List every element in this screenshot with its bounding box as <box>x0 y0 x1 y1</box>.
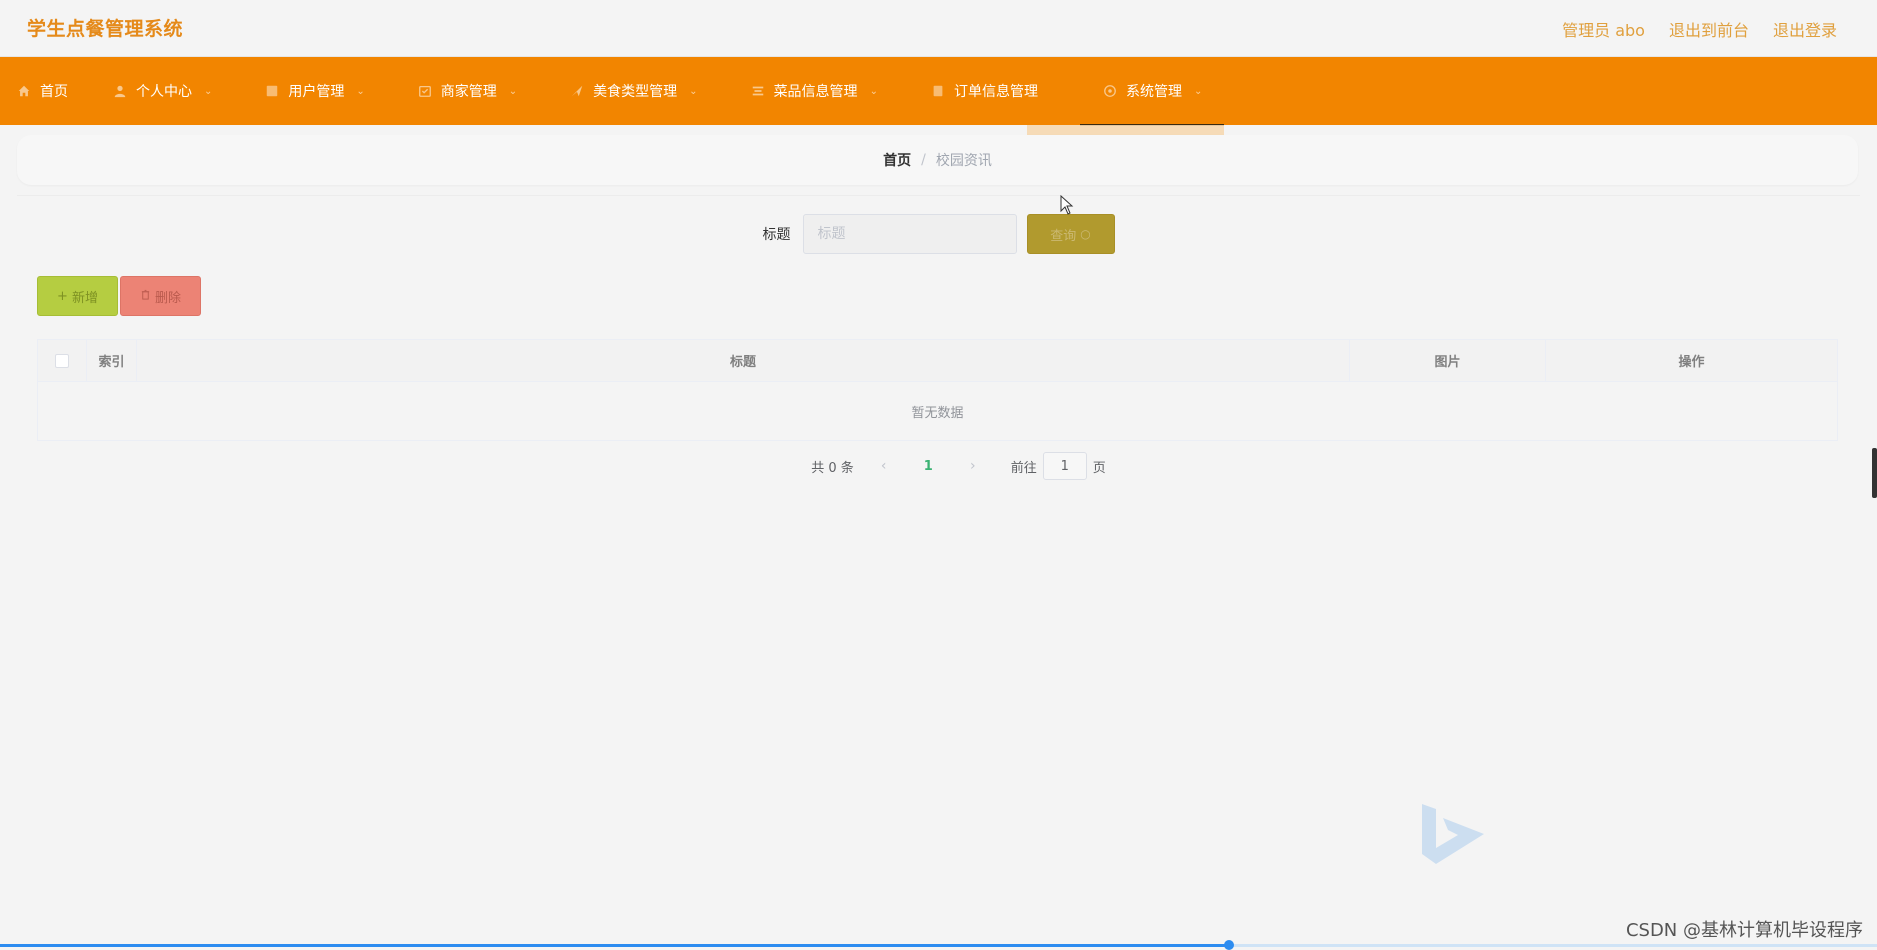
breadcrumb-separator: / <box>921 152 926 168</box>
nav-item-label: 美食类型管理 <box>593 84 678 100</box>
home-icon <box>16 83 32 99</box>
search-bar: 标题 查询 ○ <box>17 214 1860 254</box>
pagination-total: 共 0 条 <box>811 460 854 476</box>
table-header-select <box>38 340 87 381</box>
page-number-current[interactable]: 1 <box>924 459 933 474</box>
search-button-label: 查询 <box>1050 228 1077 244</box>
column-header-image: 图片 <box>1350 340 1546 381</box>
chevron-down-icon: ⌄ <box>204 85 213 97</box>
mouse-cursor-icon <box>1060 195 1074 215</box>
nav-item-label: 系统管理 <box>1125 84 1182 100</box>
chevron-down-icon: ⌄ <box>869 85 878 97</box>
nav-item-dish-management[interactable]: 菜品信息管理 ⌄ <box>750 57 878 125</box>
nav-item-user-management[interactable]: 用户管理 ⌄ <box>264 57 365 125</box>
content-panel: 标题 查询 ○ + 新增 删除 索引 标题 图片 操作 暂无数据 <box>17 195 1860 498</box>
nav-item-label: 首页 <box>40 84 68 100</box>
column-header-index: 索引 <box>87 340 137 381</box>
column-header-title: 标题 <box>137 340 1350 381</box>
nav-item-home[interactable]: 首页 <box>16 57 68 125</box>
table-header: 索引 标题 图片 操作 <box>38 340 1837 382</box>
breadcrumb-current: 校园资讯 <box>935 153 992 169</box>
logout-link[interactable]: 退出登录 <box>1773 17 1837 41</box>
chevron-down-icon: ⌄ <box>1193 85 1203 97</box>
search-label: 标题 <box>762 227 791 243</box>
nav-item-profile[interactable]: 个人中心 ⌄ <box>112 57 212 125</box>
nav-item-order-management[interactable]: 订单信息管理 <box>930 57 1038 125</box>
bing-logo-icon <box>1422 804 1484 864</box>
data-table: 索引 标题 图片 操作 暂无数据 <box>37 339 1838 441</box>
chevron-down-icon: ⌄ <box>689 85 698 97</box>
users-icon <box>264 83 280 99</box>
breadcrumb: 首页 / 校园资讯 <box>17 135 1858 185</box>
order-icon <box>930 83 946 99</box>
app-title: 学生点餐管理系统 <box>27 18 184 40</box>
nav-item-merchant-management[interactable]: 商家管理 ⌄ <box>417 57 517 125</box>
pagination: 共 0 条 ‹ 1 › 前往 页 <box>17 452 1860 480</box>
nav-item-label: 订单信息管理 <box>953 84 1038 100</box>
search-input[interactable] <box>802 214 1017 254</box>
breadcrumb-home[interactable]: 首页 <box>883 150 911 170</box>
chevron-down-icon: ⌄ <box>508 85 518 97</box>
chevron-down-icon: ⌄ <box>356 85 365 97</box>
action-buttons: + 新增 删除 <box>37 276 201 316</box>
exit-to-front-link[interactable]: 退出到前台 <box>1669 17 1749 41</box>
delete-button[interactable]: 删除 <box>120 276 201 316</box>
trash-icon <box>140 289 151 304</box>
store-icon <box>417 83 433 99</box>
admin-user-link[interactable]: 管理员 abo <box>1562 17 1645 41</box>
category-icon <box>569 83 585 99</box>
nav-item-label: 个人中心 <box>136 84 192 100</box>
video-progress-knob[interactable] <box>1224 940 1235 950</box>
page-prev-button[interactable]: ‹ <box>874 458 894 474</box>
nav-item-food-type-management[interactable]: 美食类型管理 ⌄ <box>569 57 698 125</box>
select-all-checkbox[interactable] <box>55 353 69 368</box>
nav-item-system-management[interactable]: 系统管理 ⌄ <box>1079 57 1225 126</box>
search-icon: ○ <box>1080 227 1091 241</box>
nav-item-label: 菜品信息管理 <box>773 84 858 100</box>
pagination-goto-label: 前往 <box>1010 460 1037 476</box>
column-header-operations: 操作 <box>1678 355 1705 370</box>
nav-item-label: 用户管理 <box>288 84 345 100</box>
add-button-label: 新增 <box>71 290 98 306</box>
add-button[interactable]: + 新增 <box>37 276 118 316</box>
nav-item-label: 商家管理 <box>440 84 497 100</box>
top-links: 管理员 abo 退出到前台 退出登录 <box>1562 17 1837 41</box>
settings-icon <box>1102 83 1118 99</box>
page-next-button[interactable]: › <box>963 458 983 474</box>
search-button[interactable]: 查询 ○ <box>1026 214 1115 254</box>
main-nav: 首页 个人中心 ⌄ 用户管理 ⌄ 商家管理 ⌄ 美食类型管理 ⌄ 菜品信息管理 … <box>0 57 1877 126</box>
csdn-watermark: CSDN @基林计算机毕设程序 <box>1625 920 1863 941</box>
dish-icon <box>750 83 766 99</box>
table-empty-text: 暂无数据 <box>911 405 964 421</box>
scrollbar-thumb[interactable] <box>1872 448 1877 498</box>
pagination-goto-suffix: 页 <box>1092 460 1106 476</box>
top-header: 学生点餐管理系统 管理员 abo 退出到前台 退出登录 <box>0 0 1877 57</box>
user-icon <box>112 83 128 99</box>
delete-button-label: 删除 <box>154 290 181 306</box>
pagination-goto-input[interactable] <box>1042 452 1087 480</box>
plus-icon: + <box>57 288 68 304</box>
